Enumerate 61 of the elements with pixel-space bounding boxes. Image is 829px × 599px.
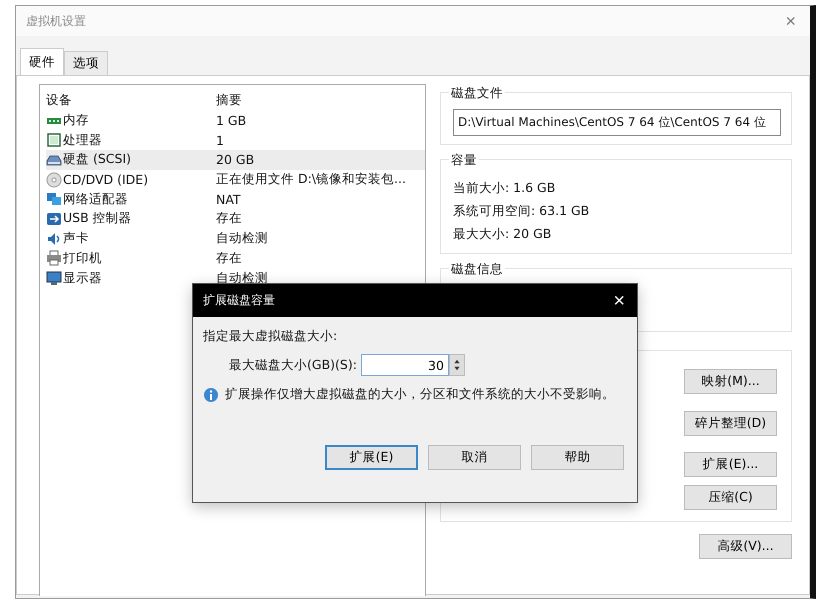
- device-name: 内存: [63, 112, 89, 130]
- network-icon: [46, 191, 62, 208]
- device-summary: NAT: [216, 192, 242, 207]
- utility-button[interactable]: 映射(M)...: [684, 369, 777, 394]
- chip-icon: [46, 132, 62, 148]
- info-icon: [203, 386, 219, 402]
- device-name: 硬盘 (SCSI): [63, 151, 132, 168]
- utility-button[interactable]: 扩展(E)...: [684, 452, 777, 477]
- info-text: 扩展操作仅增大虚拟磁盘的大小，分区和文件系统的大小不受影响。: [225, 386, 615, 403]
- dialog-button[interactable]: 取消: [428, 445, 521, 470]
- printer-icon: [46, 250, 62, 266]
- device-summary: 自动检测: [216, 230, 269, 248]
- device-name: USB 控制器: [63, 210, 132, 228]
- device-name: 处理器: [63, 132, 102, 149]
- prompt-text: 指定最大虚拟磁盘大小:: [203, 328, 338, 345]
- device-row[interactable]: 声卡 自动检测: [46, 228, 425, 248]
- capacity-text: 最大大小: 20 GB: [453, 225, 552, 243]
- column-header: 设备: [46, 92, 73, 110]
- device-summary: 存在: [216, 250, 243, 267]
- device-summary: 存在: [216, 210, 243, 228]
- device-row[interactable]: 处理器 1: [46, 130, 425, 150]
- field-label: 最大磁盘大小(GB)(S):: [229, 356, 357, 374]
- dialog-title: 扩展磁盘容量: [203, 292, 275, 309]
- tab[interactable]: 选项: [64, 51, 108, 75]
- dialog-button[interactable]: 帮助: [531, 445, 624, 470]
- advanced-button[interactable]: 高级(V)...: [699, 534, 792, 559]
- device-summary: 1 GB: [216, 113, 248, 128]
- disc-icon: [46, 172, 62, 188]
- spinner-arrows-icon: [448, 354, 465, 376]
- device-name: 显示器: [63, 270, 102, 287]
- device-summary: 1: [216, 132, 225, 148]
- device-row[interactable]: 内存 1 GB: [46, 110, 425, 130]
- device-row[interactable]: 网络适配器 NAT: [46, 189, 425, 210]
- device-row[interactable]: CD/DVD (IDE) 正在使用文件 D:\镜像和安装包...: [46, 170, 425, 190]
- capacity-text: 系统可用空间: 63.1 GB: [453, 202, 590, 220]
- capacity-text: 当前大小: 1.6 GB: [453, 179, 556, 197]
- device-row[interactable]: 打印机 存在: [46, 248, 425, 268]
- group-title: 磁盘信息: [449, 261, 505, 278]
- device-name: 声卡: [63, 230, 89, 248]
- device-summary: 自动检测: [216, 270, 269, 287]
- speaker-icon: [46, 230, 62, 247]
- utility-button[interactable]: 压缩(C): [684, 485, 777, 510]
- device-name: 网络适配器: [63, 190, 128, 208]
- monitor-icon: [46, 270, 62, 286]
- device-row[interactable]: 硬盘 (SCSI) 20 GB: [46, 150, 425, 170]
- column-header: 摘要: [216, 92, 243, 110]
- device-summary: 20 GB: [216, 152, 256, 168]
- device-name: CD/DVD (IDE): [63, 172, 148, 188]
- device-row[interactable]: USB 控制器 存在: [46, 209, 425, 229]
- group-title: 磁盘文件: [449, 85, 505, 102]
- path-field[interactable]: D:\Virtual Machines\CentOS 7 64 位\CentOS 7 64 位: [453, 109, 781, 136]
- utility-button[interactable]: 碎片整理(D): [684, 411, 777, 436]
- device-summary: 正在使用文件 D:\镜像和安装包...: [216, 171, 407, 188]
- close-button[interactable]: ×: [609, 290, 629, 310]
- usb-icon: [46, 210, 62, 227]
- close-button[interactable]: ×: [781, 12, 800, 30]
- window-title: 虚拟机设置: [26, 12, 86, 30]
- tab[interactable]: 硬件: [20, 48, 64, 75]
- dialog-button[interactable]: 扩展(E): [325, 445, 418, 470]
- device-name: 打印机: [63, 250, 102, 267]
- device-row[interactable]: 显示器 自动检测: [46, 268, 425, 288]
